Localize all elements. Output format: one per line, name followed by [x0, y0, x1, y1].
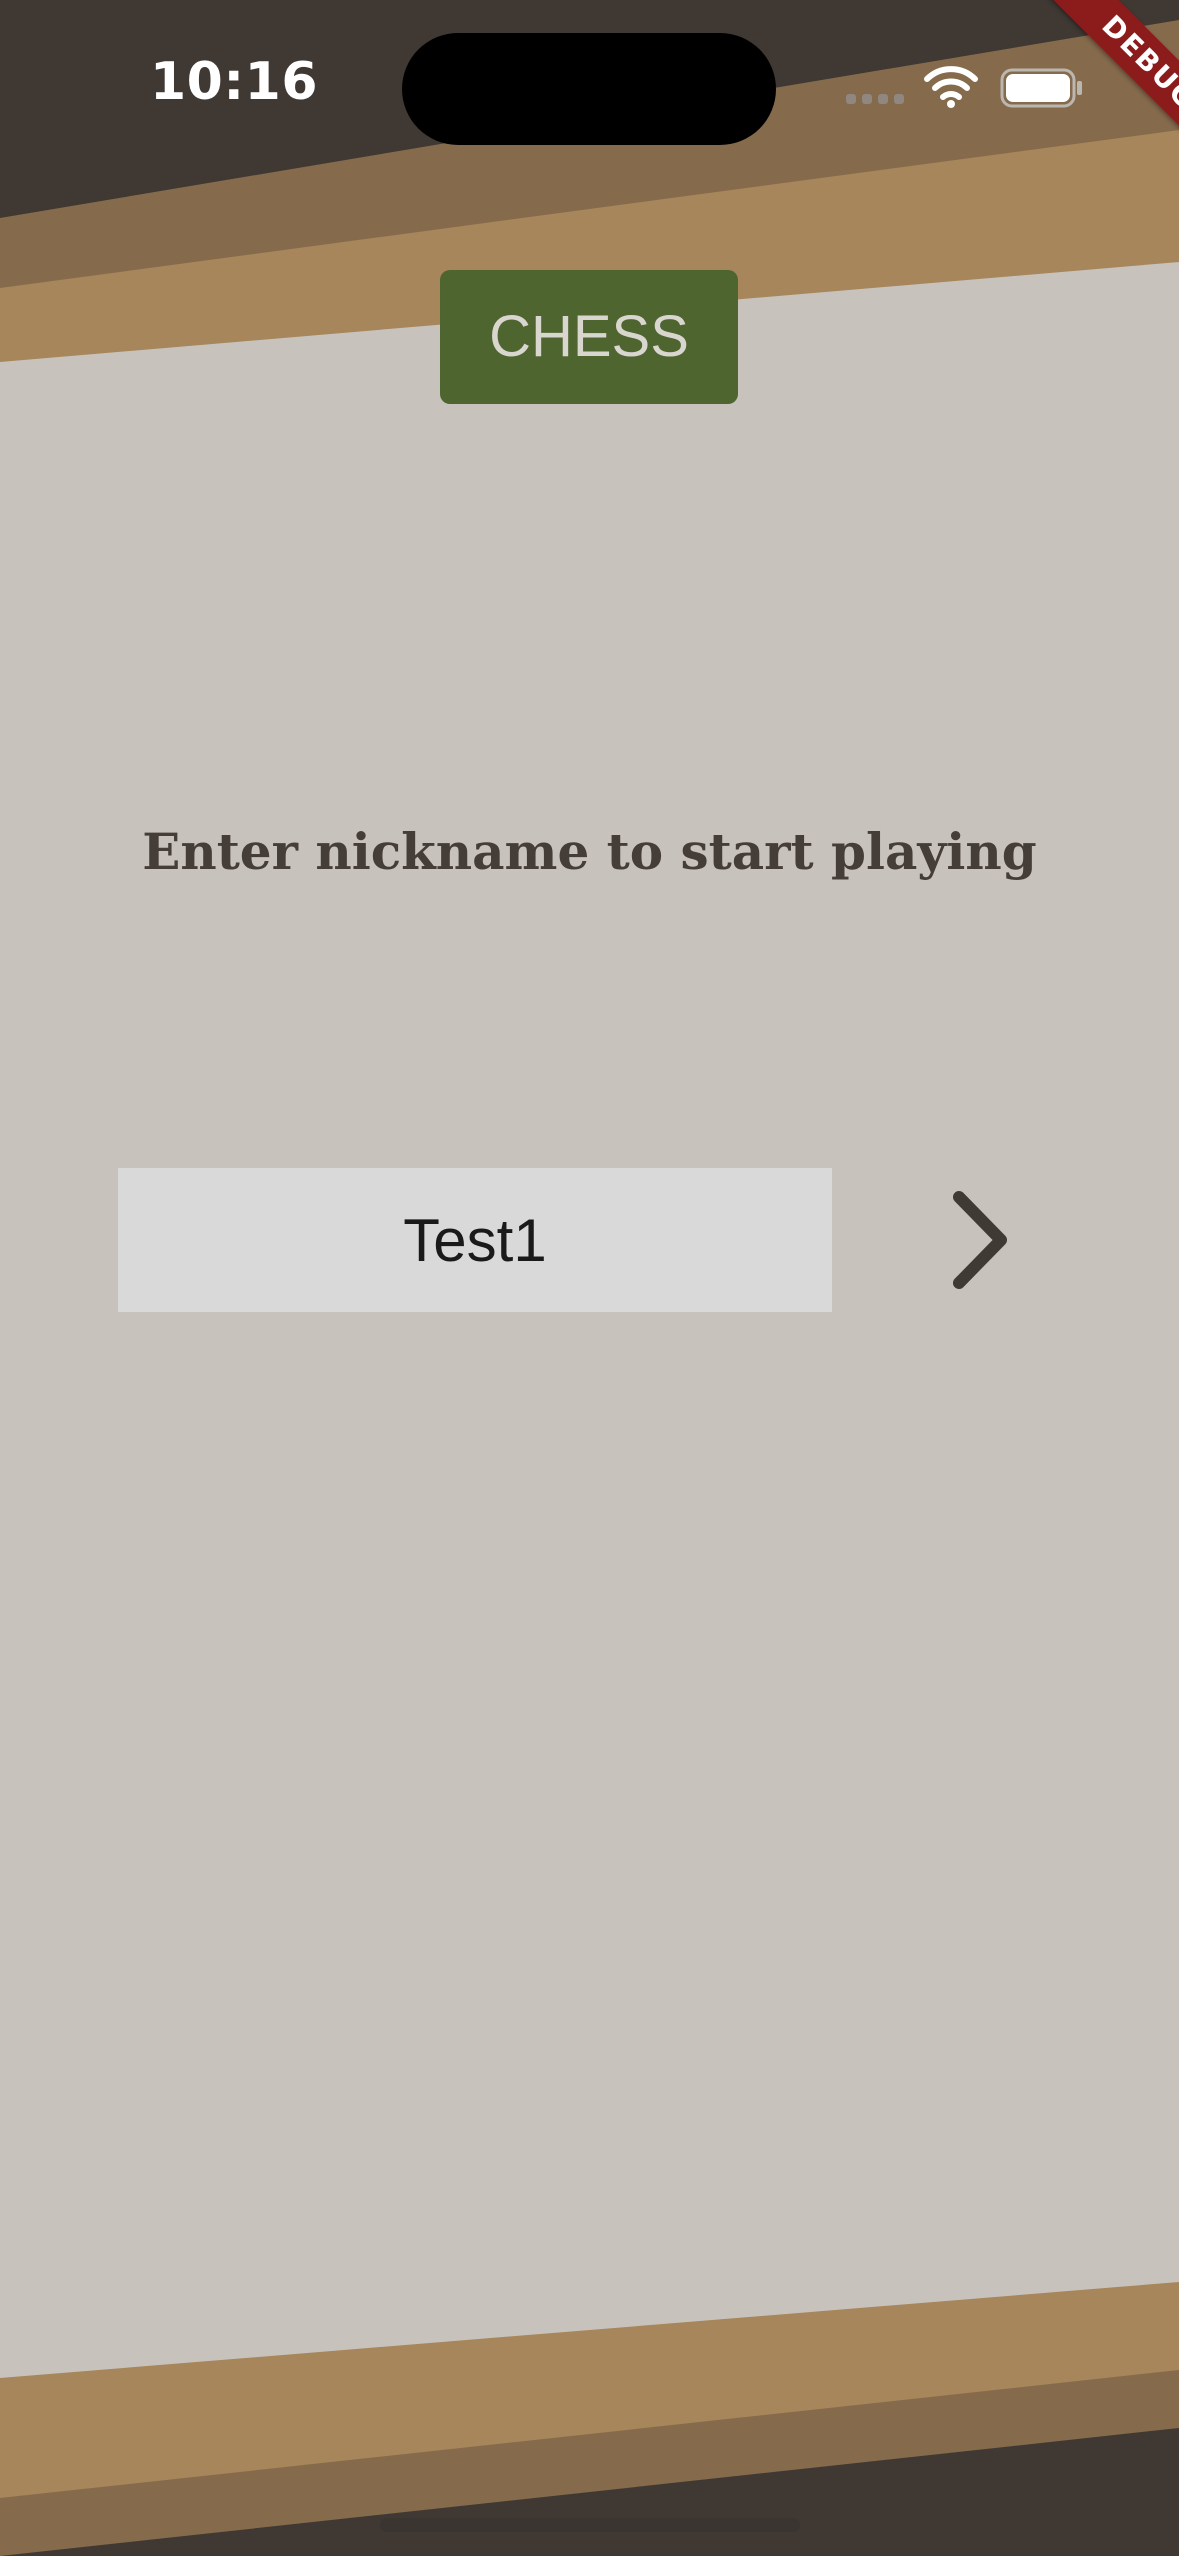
debug-banner-label: DEBUG [1026, 0, 1179, 186]
nickname-input[interactable] [118, 1168, 832, 1312]
nickname-prompt: Enter nickname to start playing [142, 822, 1037, 881]
next-button[interactable] [928, 1180, 1028, 1300]
debug-banner: DEBUG [979, 0, 1179, 200]
dynamic-island [402, 33, 776, 145]
app-title: CHESS [440, 270, 738, 404]
status-bar-time: 10:16 [150, 52, 319, 112]
wifi-icon [924, 66, 978, 108]
chevron-right-icon [953, 1191, 1007, 1289]
home-indicator[interactable] [380, 2518, 800, 2532]
cellular-signal-icon [846, 94, 906, 106]
